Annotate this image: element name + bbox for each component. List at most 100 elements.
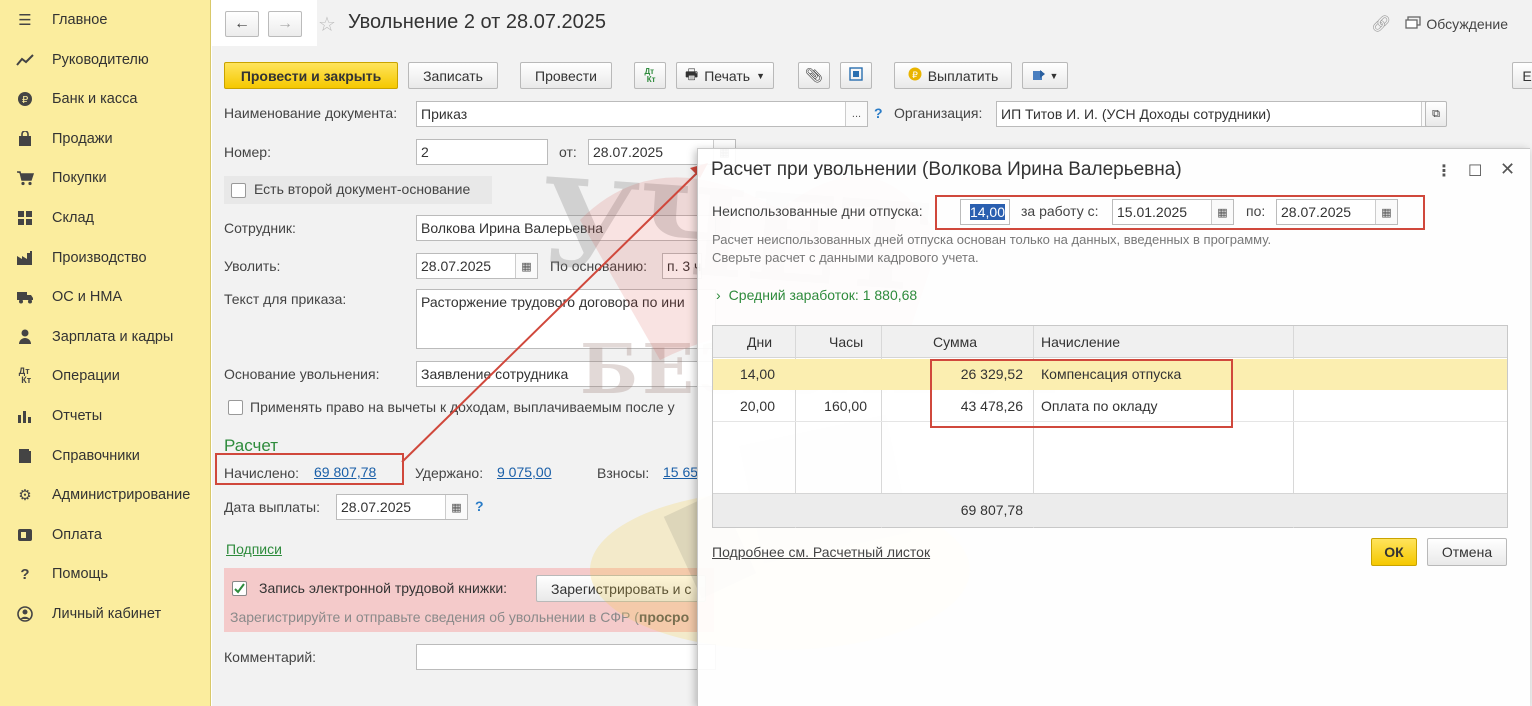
reason-label: Основание увольнения: xyxy=(224,366,380,382)
back-button[interactable]: ← xyxy=(225,11,259,37)
annotation-box-accrued xyxy=(215,453,404,485)
withheld-link[interactable]: 9 075,00 xyxy=(497,464,552,480)
pay-button[interactable]: ₽ Выплатить xyxy=(894,62,1012,89)
sidebar-item-label: Операции xyxy=(52,368,120,384)
more-menu-icon[interactable]: ⋮ xyxy=(1436,161,1452,181)
column-header-sum[interactable]: Сумма xyxy=(933,334,977,350)
sidebar-item-warehouse[interactable]: Склад xyxy=(0,203,210,233)
order-text-label: Текст для приказа: xyxy=(224,291,347,307)
chevron-down-icon: ▼ xyxy=(756,70,765,81)
discussion-button[interactable]: Обсуждение xyxy=(1405,15,1508,33)
help-icon[interactable]: ? xyxy=(475,498,484,514)
cell-days: 20,00 xyxy=(739,398,775,414)
save-button[interactable]: Записать xyxy=(408,62,498,89)
bar-chart-icon xyxy=(15,406,35,426)
dismiss-label: Уволить: xyxy=(224,258,281,274)
truck-icon xyxy=(15,287,35,307)
doc-name-field[interactable]: Приказ ... xyxy=(416,101,868,127)
sidebar-item-sales[interactable]: Продажи xyxy=(0,124,210,154)
sidebar-item-label: Отчеты xyxy=(52,408,103,424)
more-actions-button[interactable]: ▼ xyxy=(1022,62,1068,89)
post-button[interactable]: Провести xyxy=(520,62,612,89)
org-field[interactable]: ИП Титов И. И. (УСН Доходы сотрудники) ▼ xyxy=(996,101,1444,127)
open-window-icon: ⧉ xyxy=(1432,107,1440,120)
cancel-button[interactable]: Отмена xyxy=(1427,538,1507,566)
sidebar-item-manager[interactable]: Руководителю xyxy=(0,45,210,75)
order-text-field[interactable]: Расторжение трудового договора по ини xyxy=(416,289,716,349)
sidebar-item-assets[interactable]: ОС и НМА xyxy=(0,282,210,312)
sidebar-item-account[interactable]: Личный кабинет xyxy=(0,599,210,629)
chevron-down-icon: ▼ xyxy=(1049,70,1059,81)
sidebar-item-payment[interactable]: Оплата xyxy=(0,520,210,550)
calendar-icon[interactable]: ▦ xyxy=(515,254,537,278)
annotation-box-accruals xyxy=(930,359,1233,428)
column-header-hours[interactable]: Часы xyxy=(829,334,863,350)
sidebar-item-label: Справочники xyxy=(52,448,140,464)
doc-name-label: Наименование документа: xyxy=(224,105,398,121)
dismiss-date-field[interactable]: 28.07.2025 ▦ xyxy=(416,253,538,279)
cell-hours: 160,00 xyxy=(824,398,867,414)
date-from-label: от: xyxy=(559,144,577,160)
employee-field[interactable]: Волкова Ирина Валерьевна xyxy=(416,215,716,241)
contributions-link[interactable]: 15 65 xyxy=(663,464,698,480)
post-and-close-button[interactable]: Провести и закрыть xyxy=(224,62,398,89)
etk-note-text: Зарегистрируйте и отправьте сведения об … xyxy=(230,609,639,625)
dt-kt-icon: Дт Кт xyxy=(18,366,32,385)
sidebar-item-label: Администрирование xyxy=(52,487,191,503)
factory-icon xyxy=(15,248,35,268)
gear-icon: ⚙ xyxy=(18,487,32,504)
attach-button[interactable]: 📎︎ xyxy=(798,62,830,89)
sidebar-item-purchases[interactable]: Покупки xyxy=(0,163,210,193)
etk-checkbox[interactable] xyxy=(232,581,247,596)
paperclip-icon: 📎︎ xyxy=(805,67,823,83)
sidebar-item-label: Склад xyxy=(52,210,94,226)
dt-kt-button[interactable]: Дт Кт xyxy=(634,62,666,89)
close-icon[interactable]: ✕ xyxy=(1500,159,1515,180)
sidebar-item-admin[interactable]: ⚙ Администрирование xyxy=(0,480,210,510)
structure-button[interactable] xyxy=(840,62,872,89)
sidebar-item-salary[interactable]: Зарплата и кадры xyxy=(0,322,210,352)
comment-field[interactable] xyxy=(416,644,716,670)
sidebar-item-main[interactable]: ☰ Главное xyxy=(0,5,210,35)
signatures-link[interactable]: Подписи xyxy=(226,541,282,557)
doc-name-value: Приказ xyxy=(421,106,468,122)
maximize-icon[interactable]: ☐ xyxy=(1468,161,1482,181)
more-button[interactable]: Е xyxy=(1512,62,1532,89)
etk-label: Запись электронной трудовой книжки: xyxy=(259,580,508,596)
number-field[interactable]: 2 xyxy=(416,139,548,165)
register-button[interactable]: Зарегистрировать и с xyxy=(536,575,706,602)
forward-button[interactable]: → xyxy=(268,11,302,37)
calendar-icon[interactable]: ▦ xyxy=(445,495,467,519)
sidebar-item-operations[interactable]: Дт Кт Операции xyxy=(0,361,210,391)
doc-date-value: 28.07.2025 xyxy=(593,144,664,160)
sidebar-item-label: Банк и касса xyxy=(52,91,138,107)
second-doc-checkbox[interactable] xyxy=(231,183,246,198)
favorite-star-icon[interactable]: ☆ xyxy=(318,12,336,37)
help-icon[interactable]: ? xyxy=(874,105,883,121)
warehouse-icon xyxy=(15,208,35,228)
pay-date-value: 28.07.2025 xyxy=(341,499,412,515)
sidebar-item-bank[interactable]: ₽ Банк и касса xyxy=(0,84,210,114)
reason-field[interactable]: Заявление сотрудника xyxy=(416,361,716,387)
sidebar-item-reports[interactable]: Отчеты xyxy=(0,401,210,431)
trend-icon xyxy=(15,50,35,70)
column-header-accrual[interactable]: Начисление xyxy=(1041,334,1120,350)
second-doc-label: Есть второй документ-основание xyxy=(254,181,471,197)
payslip-link[interactable]: Подробнее см. Расчетный листок xyxy=(712,544,930,560)
ellipsis-button[interactable]: ... xyxy=(845,102,867,126)
pay-date-field[interactable]: 28.07.2025 ▦ xyxy=(336,494,468,520)
sidebar-item-help[interactable]: ? Помощь xyxy=(0,559,210,589)
basis-field[interactable]: п. 3 ч xyxy=(662,253,702,279)
print-button[interactable]: 🖶︎ Печать ▼ xyxy=(676,62,774,89)
deductions-checkbox[interactable] xyxy=(228,400,243,415)
sidebar-item-references[interactable]: Справочники xyxy=(0,441,210,471)
structure-icon xyxy=(849,67,863,84)
sidebar-item-production[interactable]: Производство xyxy=(0,243,210,273)
ok-button[interactable]: ОК xyxy=(1371,538,1417,566)
link-icon[interactable]: 🔗︎ xyxy=(1371,14,1391,34)
open-org-button[interactable]: ⧉ xyxy=(1425,101,1447,127)
comment-label: Комментарий: xyxy=(224,649,317,665)
bag-icon xyxy=(15,129,35,149)
avg-earnings-toggle[interactable]: › Средний заработок: 1 880,68 xyxy=(716,287,917,303)
column-header-days[interactable]: Дни xyxy=(747,334,772,350)
